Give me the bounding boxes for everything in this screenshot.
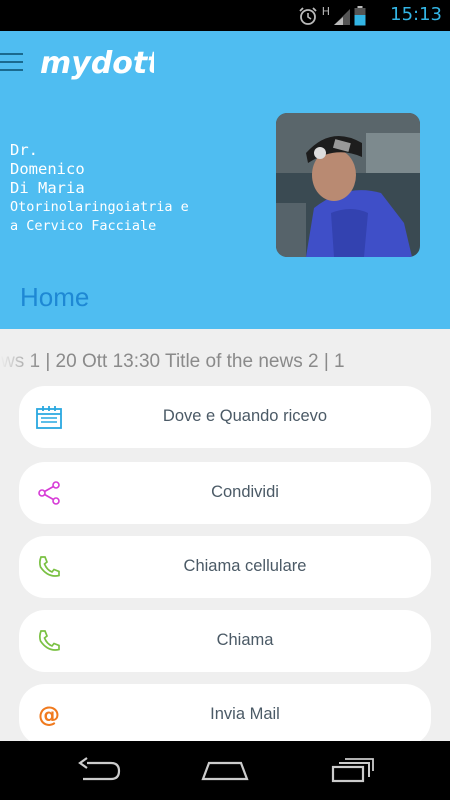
status-bar: H 15:13 [0,0,450,31]
battery-icon [354,6,366,26]
call-mobile-label: Chiama cellulare [183,557,307,575]
news-ticker[interactable]: e news 1 | 20 Ott 13:30 Title of the new… [0,341,450,381]
clock: 15:13 [390,4,442,25]
doctor-photo [276,113,420,257]
call-mobile-button[interactable]: Chiama cellulare [19,536,431,598]
mydott-logo: mydott [40,46,154,81]
status-icons: H [298,5,366,27]
svg-text:mydott: mydott [40,46,154,81]
recent-apps-icon[interactable] [329,755,375,785]
doctor-first-name: Domenico [10,160,85,178]
news-ticker-text: e news 1 | 20 Ott 13:30 Title of the new… [0,351,345,372]
page-title: Home [20,282,90,312]
system-nav-bar [0,741,450,800]
share-label: Condividi [211,483,279,501]
send-mail-button[interactable]: @ Invia Mail [19,684,431,746]
doctor-title: Dr. [10,141,38,159]
doctor-specialty-line2: a Cervico Facciale [10,218,157,234]
doctor-last-name: Di Maria [10,179,85,197]
network-type-label: H [321,5,330,18]
home-icon[interactable] [201,755,249,785]
send-mail-label: Invia Mail [210,705,280,723]
doctor-header: mydott Dr. Domenico Di Maria Otorinolari… [0,31,450,329]
svg-text:@: @ [38,703,60,728]
doctor-specialty-line1: Otorinolaringoiatria e [10,199,189,215]
share-button[interactable]: Condividi [19,462,431,524]
call-button[interactable]: Chiama [19,610,431,672]
where-when-label: Dove e Quando ricevo [162,407,328,425]
where-when-button[interactable]: Dove e Quando ricevo [19,386,431,448]
signal-icon [334,9,350,25]
hamburger-menu-button[interactable] [0,49,26,77]
doctor-info: Dr. Domenico Di Maria Otorinolaringoiatr… [10,141,189,236]
back-icon[interactable] [77,755,123,785]
alarm-icon [299,7,317,25]
call-label: Chiama [216,631,274,649]
